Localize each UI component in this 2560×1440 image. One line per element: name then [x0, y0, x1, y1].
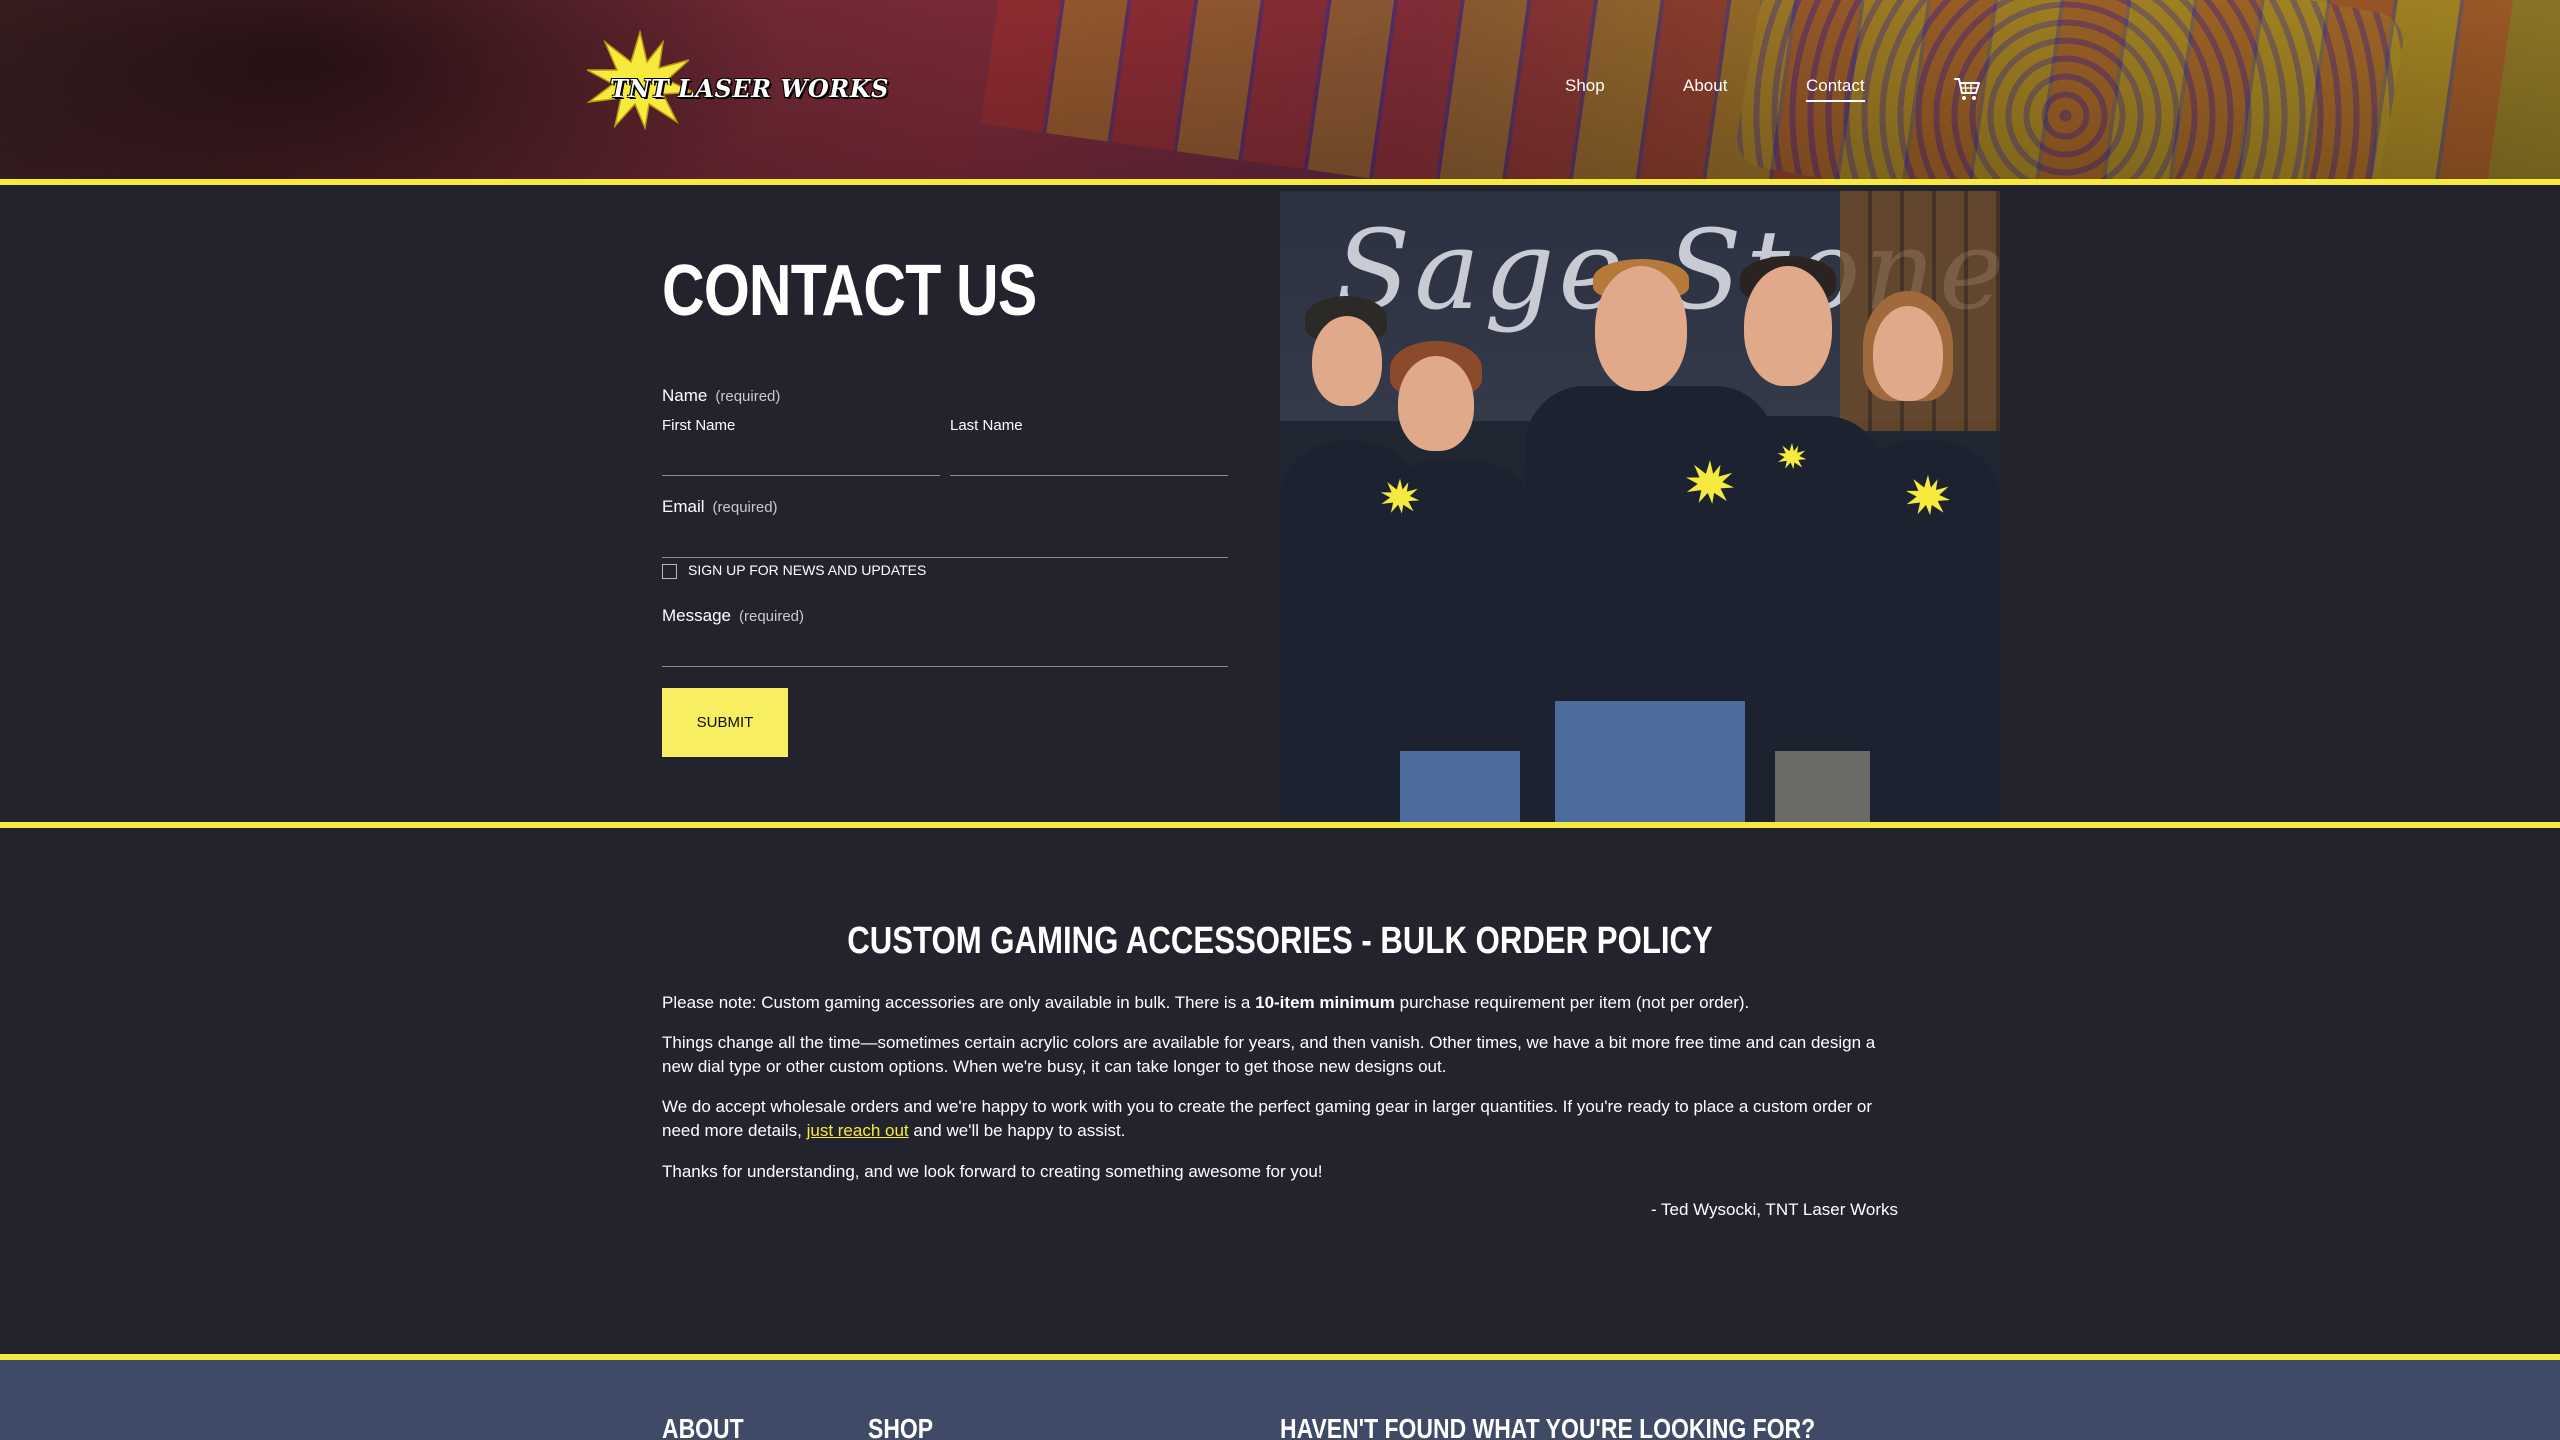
header-shade [0, 0, 2560, 179]
message-textarea[interactable] [662, 636, 1228, 667]
cart-icon[interactable] [1953, 76, 1981, 102]
email-label-text: Email [662, 497, 705, 516]
last-name-input[interactable] [950, 446, 1228, 476]
header-divider [0, 179, 2560, 185]
submit-button[interactable]: SUBMIT [662, 688, 788, 757]
newsletter-checkbox[interactable] [662, 564, 677, 579]
logo-text: TNT LASER WORKS [610, 74, 889, 103]
footer-about-heading[interactable]: ABOUT [662, 1415, 744, 1440]
policy-bold-text: 10-item minimum [1255, 993, 1395, 1012]
message-label-text: Message [662, 606, 731, 625]
name-label-text: Name [662, 386, 708, 405]
policy-title: CUSTOM GAMING ACCESSORIES - BULK ORDER P… [847, 920, 1713, 962]
site-logo[interactable]: TNT LASER WORKS [585, 30, 888, 130]
newsletter-label: SIGN UP FOR NEWS AND UPDATES [688, 562, 927, 578]
required-indicator: (required) [738, 608, 805, 625]
page-title: CONTACT US [662, 251, 1037, 331]
required-indicator: (required) [715, 388, 781, 405]
email-label: Email (required) [662, 497, 778, 517]
footer-shop-heading[interactable]: SHOP [868, 1415, 933, 1440]
policy-paragraph-3: We do accept wholesale orders and we're … [662, 1095, 1902, 1143]
team-photo: Sage Stones [1280, 191, 2000, 822]
email-input[interactable] [662, 528, 1228, 558]
nav-contact[interactable]: Contact [1806, 76, 1865, 102]
reach-out-link[interactable]: just reach out [807, 1121, 909, 1140]
policy-text: and we'll be happy to assist. [908, 1121, 1126, 1140]
first-name-input[interactable] [662, 446, 940, 476]
last-name-label: Last Name [950, 417, 1023, 434]
nav-about[interactable]: About [1683, 76, 1727, 96]
policy-paragraph-1: Please note: Custom gaming accessories a… [662, 991, 1902, 1015]
nav-shop[interactable]: Shop [1565, 76, 1605, 96]
section-divider [0, 822, 2560, 828]
policy-paragraph-4: Thanks for understanding, and we look fo… [662, 1162, 1323, 1181]
logo-badge-icon [1777, 442, 1807, 470]
required-indicator: (required) [712, 499, 778, 516]
policy-text: Please note: Custom gaming accessories a… [662, 993, 1256, 1012]
policy-text: purchase requirement per item (not per o… [1394, 993, 1750, 1012]
header-banner: TNT LASER WORKS Shop About Contact [0, 0, 2560, 179]
name-label: Name (required) [662, 386, 780, 406]
first-name-label: First Name [662, 417, 736, 434]
logo-badge-icon [1685, 460, 1735, 504]
logo-badge-icon [1380, 478, 1420, 514]
policy-signature: - Ted Wysocki, TNT Laser Works [1650, 1200, 1898, 1219]
footer-cta-heading: HAVEN'T FOUND WHAT YOU'RE LOOKING FOR? [1280, 1413, 1816, 1440]
message-label: Message (required) [662, 606, 804, 626]
logo-badge-icon [1905, 474, 1951, 516]
policy-paragraph-2: Things change all the time—sometimes cer… [662, 1033, 1876, 1076]
